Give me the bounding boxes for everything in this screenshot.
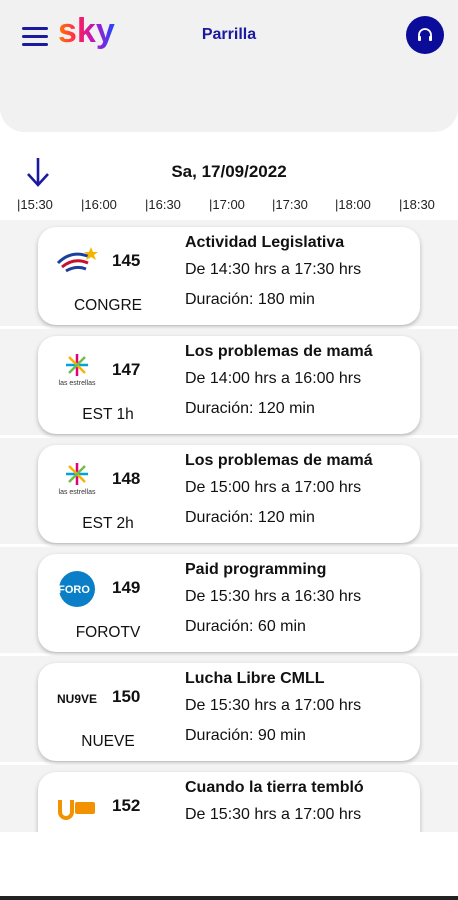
- headset-icon[interactable]: [406, 16, 444, 54]
- svg-text:FORO: FORO: [58, 584, 90, 596]
- guide-date: Sa, 17/09/2022: [171, 162, 287, 181]
- program-time: De 15:00 hrs a 17:00 hrs: [185, 479, 362, 496]
- channel-number: 152: [112, 796, 141, 815]
- nueve-logo: NU9VE: [57, 692, 97, 706]
- channel-card-152[interactable]: 152 Cuando la tierra tembló De 15:30 hrs…: [38, 772, 420, 832]
- list-item: las estrellas 147 EST 1h Los problemas d…: [0, 329, 458, 435]
- list-item: NU9VE 150 NUEVE Lucha Libre CMLL De 15:3…: [0, 656, 458, 762]
- channel-card-147[interactable]: las estrellas 147 EST 1h Los problemas d…: [38, 336, 420, 434]
- program-title: Lucha Libre CMLL: [185, 670, 325, 687]
- program-time: De 15:30 hrs a 16:30 hrs: [185, 588, 362, 605]
- time-tick: |17:00: [209, 197, 245, 212]
- channel-number: 145: [112, 251, 141, 270]
- program-time: De 14:30 hrs a 17:30 hrs: [185, 261, 362, 278]
- list-item: 145 CONGRE Actividad Legislativa De 14:3…: [0, 220, 458, 326]
- channel-card-145[interactable]: 145 CONGRE Actividad Legislativa De 14:3…: [38, 227, 420, 325]
- top-header: sky Parrilla: [0, 0, 458, 132]
- svg-text:NU9VE: NU9VE: [57, 692, 97, 706]
- svg-text:las estrellas: las estrellas: [59, 489, 96, 496]
- program-title: Los problemas de mamá: [185, 343, 373, 360]
- svg-text:las estrellas: las estrellas: [59, 380, 96, 387]
- bottom-edge: [0, 896, 458, 900]
- channel-name: CONGRE: [73, 297, 143, 314]
- time-tick: |16:30: [145, 197, 181, 212]
- time-tick: |16:00: [81, 197, 117, 212]
- program-time: De 14:00 hrs a 16:00 hrs: [185, 370, 362, 387]
- program-duration: Duración: 120 min: [185, 400, 315, 417]
- las-estrellas-logo: las estrellas: [59, 354, 96, 387]
- las-estrellas-logo: las estrellas: [59, 463, 96, 496]
- channel-card-148[interactable]: las estrellas 148 EST 2h Los problemas d…: [38, 445, 420, 543]
- channel-list[interactable]: 145 CONGRE Actividad Legislativa De 14:3…: [0, 220, 458, 832]
- channel-name: NUEVE: [81, 733, 135, 750]
- channel-number: 147: [112, 360, 141, 379]
- page-title: Parrilla: [201, 26, 257, 43]
- list-item: FORO 149 FOROTV Paid programming De 15:3…: [0, 547, 458, 653]
- program-duration: Duración: 180 min: [185, 291, 315, 308]
- foro-tv-logo: FORO: [58, 571, 95, 607]
- program-title: Los problemas de mamá: [185, 452, 373, 469]
- time-tick: |17:30: [272, 197, 308, 212]
- program-time: De 15:30 hrs a 17:00 hrs: [185, 806, 362, 823]
- channel-card-150[interactable]: NU9VE 150 NUEVE Lucha Libre CMLL De 15:3…: [38, 663, 420, 761]
- time-ruler[interactable]: |15:30 |16:00 |16:30 |17:00 |17:30 |18:0…: [0, 197, 458, 215]
- channel-name: EST 1h: [82, 406, 134, 423]
- list-item: las estrellas 148 EST 2h Los problemas d…: [0, 438, 458, 544]
- channel-number: 150: [112, 687, 141, 706]
- canal-del-congreso-logo: [56, 247, 98, 273]
- unicable-logo: [58, 800, 95, 820]
- program-duration: Duración: 120 min: [185, 509, 315, 526]
- channel-number: 148: [112, 469, 141, 488]
- time-tick: |18:00: [335, 197, 371, 212]
- program-duration: Duración: 60 min: [185, 618, 306, 635]
- program-time: De 15:30 hrs a 17:00 hrs: [185, 697, 362, 714]
- program-title: Actividad Legislativa: [185, 234, 345, 251]
- time-tick: |15:30: [17, 197, 53, 212]
- channel-number: 149: [112, 578, 141, 597]
- list-item: 152 Cuando la tierra tembló De 15:30 hrs…: [0, 765, 458, 832]
- channel-name: EST 2h: [82, 515, 134, 532]
- channel-name: FOROTV: [75, 624, 141, 641]
- program-duration: Duración: 90 min: [185, 727, 306, 744]
- program-title: Paid programming: [185, 561, 327, 578]
- time-tick: |18:30: [399, 197, 435, 212]
- program-title: Cuando la tierra tembló: [185, 779, 364, 796]
- channel-card-149[interactable]: FORO 149 FOROTV Paid programming De 15:3…: [38, 554, 420, 652]
